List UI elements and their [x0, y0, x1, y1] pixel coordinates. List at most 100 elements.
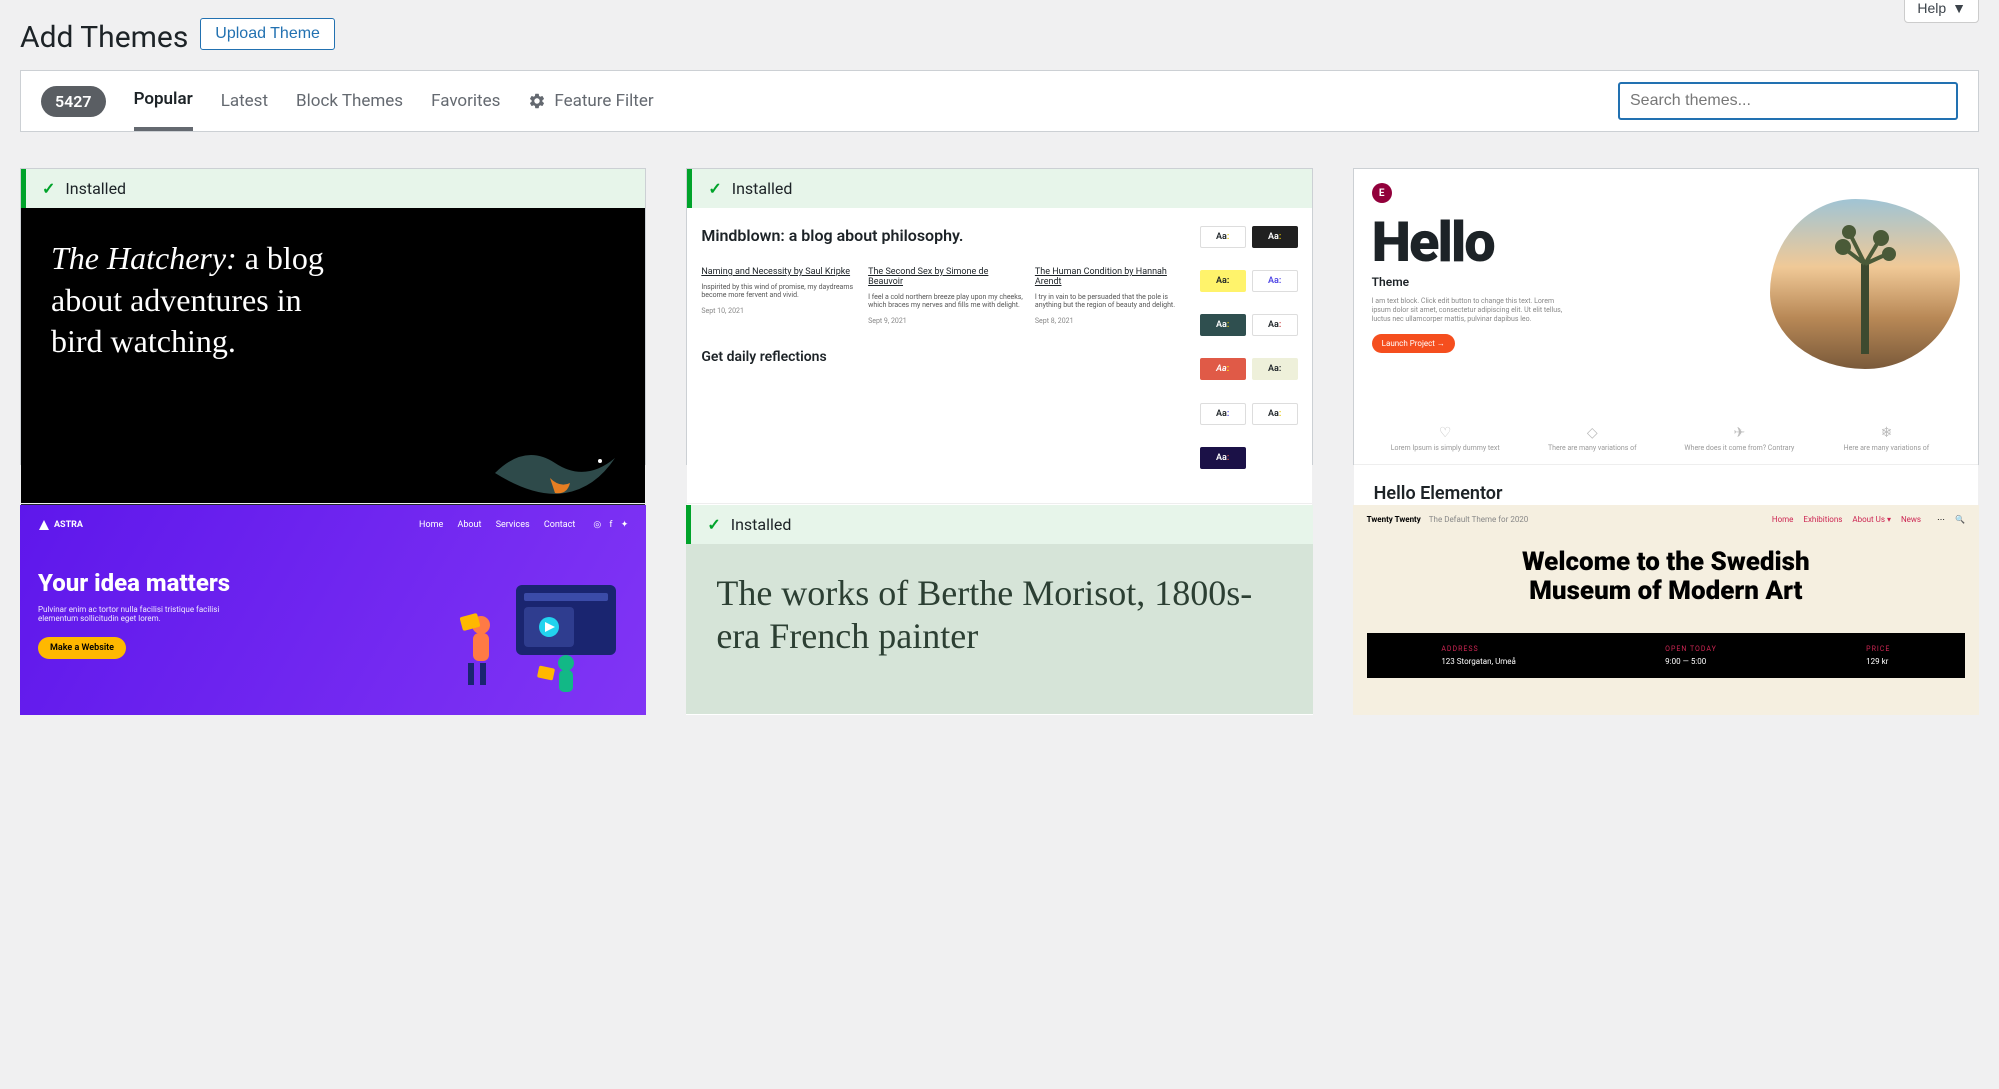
diamond-icon: ◇ — [1519, 425, 1666, 441]
social-icons: ◎ f ✦ — [587, 520, 628, 530]
installed-badge: ✓ Installed — [686, 505, 1312, 544]
swatch-label: Aa — [1216, 409, 1227, 419]
preview-text: 9:00 — 5:00 — [1665, 657, 1717, 666]
theme-card-twenty-twenty-two[interactable]: ✓ Installed The Hatchery: a blog about a… — [20, 168, 646, 465]
theme-preview: ASTRA Home About Services Contact ◎ f ✦ — [20, 505, 646, 715]
info-col: PRICE 129 kr — [1866, 645, 1890, 666]
upload-theme-button[interactable]: Upload Theme — [200, 18, 335, 50]
logo-icon — [38, 519, 50, 531]
preview-text: The Default Theme for 2020 — [1429, 515, 1529, 524]
themes-grid: ✓ Installed The Hatchery: a blog about a… — [20, 168, 1979, 715]
check-icon: ✓ — [42, 179, 55, 198]
color-swatches: Aa: Aa: Aa: Aa: Aa: Aa: Aa: Aa: Aa: Aa: … — [1200, 226, 1298, 485]
preview-text: The Second Sex by Simone de Beauvoir — [868, 267, 1023, 287]
tab-favorites[interactable]: Favorites — [431, 73, 500, 129]
preview-headline: Welcome to the Swedish Museum of Modern … — [1367, 548, 1965, 605]
astra-logo: ASTRA — [38, 519, 83, 531]
nav-link: Home — [1772, 515, 1794, 524]
feature-item: ❄ Here are many variations of — [1813, 425, 1960, 452]
theme-card-twenty-twenty-three[interactable]: ✓ Installed Mindblown: a blog about phil… — [686, 168, 1312, 465]
swatch-label: Aa — [1268, 276, 1279, 286]
preview-label: PRICE — [1866, 645, 1890, 653]
preview-text: Twenty Twenty — [1367, 515, 1421, 524]
nav-link: Home — [419, 520, 443, 530]
page-title: Add Themes — [20, 20, 188, 55]
theme-card-astra[interactable]: ASTRA Home About Services Contact ◎ f ✦ — [20, 505, 646, 715]
chevron-down-icon: ▼ — [1952, 0, 1966, 16]
menu-icon: ⋯ — [1937, 515, 1945, 524]
feature-item: ◇There are many variations of — [1519, 425, 1666, 452]
preview-text: I feel a cold northern breeze play upon … — [868, 293, 1023, 309]
snowflake-icon: ❄ — [1813, 425, 1960, 441]
preview-text: Where does it come from? Contrary — [1666, 444, 1813, 452]
theme-card-twenty-twenty[interactable]: Twenty Twenty The Default Theme for 2020… — [1353, 505, 1979, 715]
preview-text: Get daily reflections — [701, 349, 1189, 365]
preview-text: ASTRA — [54, 520, 83, 530]
preview-cta: Make a Website — [38, 637, 126, 659]
preview-text: Welcome to the Swedish — [1522, 547, 1810, 577]
preview-text: I try in vain to be persuaded that the p… — [1035, 293, 1190, 309]
preview-text: I am text block. Click edit button to ch… — [1372, 297, 1572, 324]
nav-link: About — [457, 520, 481, 530]
swatch-label: Aa — [1268, 232, 1279, 242]
theme-preview: The works of Berthe Morisot, 1800s-era F… — [686, 544, 1312, 714]
preview-col: Naming and Necessity by Saul Kripke Insp… — [701, 267, 856, 325]
tab-feature-filter[interactable]: Feature Filter — [528, 91, 653, 111]
facebook-icon: f — [609, 520, 612, 530]
filter-bar: 5427 Popular Latest Block Themes Favorit… — [20, 70, 1979, 132]
tab-popular[interactable]: Popular — [134, 71, 193, 131]
swatch-label: Aa — [1268, 320, 1279, 330]
preview-text: about adventures in — [51, 280, 615, 322]
check-icon: ✓ — [707, 515, 720, 534]
nav-link: About Us ▾ — [1852, 515, 1891, 524]
theme-card-berthe[interactable]: ✓ Installed The works of Berthe Morisot,… — [686, 505, 1312, 715]
preview-col: The Second Sex by Simone de Beauvoir I f… — [868, 267, 1023, 325]
person-icon — [460, 613, 491, 685]
nav-link: Exhibitions — [1803, 515, 1842, 524]
installed-badge: ✓ Installed — [21, 169, 645, 208]
nav-link: News — [1901, 515, 1921, 524]
tab-block-themes[interactable]: Block Themes — [296, 73, 403, 129]
nav-link: Services — [496, 520, 530, 530]
swatch-label: Aa — [1268, 409, 1279, 419]
swatch-label: Aa — [1268, 364, 1279, 374]
theme-count-pill: 5427 — [41, 86, 106, 117]
search-icon: 🔍 — [1955, 515, 1965, 524]
twitter-icon: ✦ — [621, 520, 629, 530]
preview-headline: The works of Berthe Morisot, 1800s-era F… — [716, 572, 1282, 658]
help-button[interactable]: Help ▼ — [1904, 0, 1979, 23]
search-input[interactable] — [1618, 82, 1958, 120]
preview-text: Naming and Necessity by Saul Kripke — [701, 267, 856, 277]
preview-text: Here are many variations of — [1813, 444, 1960, 452]
preview-text: 129 kr — [1866, 657, 1890, 666]
preview-label: ADDRESS — [1441, 645, 1516, 653]
swatch: Aa: — [1252, 314, 1298, 336]
info-col: ADDRESS 123 Storgatan, Umeå — [1441, 645, 1516, 666]
theme-preview: E Hello Theme I am text block. Click edi… — [1354, 169, 1978, 464]
preview-text: Lorem Ipsum is simply dummy text — [1372, 444, 1519, 452]
preview-text: 123 Storgatan, Umeå — [1441, 657, 1516, 666]
preview-title: Mindblown: a blog about philosophy. — [701, 226, 1189, 245]
hero-image — [1770, 199, 1960, 369]
info-col: OPEN TODAY 9:00 — 5:00 — [1665, 645, 1717, 666]
tab-latest[interactable]: Latest — [221, 73, 268, 129]
nav-links: Home Exhibitions About Us ▾ News ⋯ 🔍 — [1764, 515, 1965, 524]
site-brand: Twenty Twenty The Default Theme for 2020 — [1367, 515, 1529, 524]
nav-links: Home About Services Contact — [407, 520, 575, 530]
swatch-label: Aa — [1216, 364, 1227, 374]
bulb-icon: ♡ — [1372, 425, 1519, 441]
feature-item: ✈Where does it come from? Contrary — [1666, 425, 1813, 452]
preview-label: OPEN TODAY — [1665, 645, 1717, 653]
feature-row: ♡ Lorem Ipsum is simply dummy text ◇There… — [1372, 425, 1960, 452]
bird-icon — [485, 433, 625, 503]
feature-item: ♡ Lorem Ipsum is simply dummy text — [1372, 425, 1519, 452]
swatch: Aa: — [1200, 226, 1246, 248]
theme-name: Hello Elementor — [1374, 483, 1503, 504]
preview-text: The Human Condition by Hannah Arendt — [1035, 267, 1190, 287]
installed-label: Installed — [731, 515, 792, 534]
preview-text: Pulvinar enim ac tortor nulla facilisi t… — [38, 605, 238, 623]
elementor-logo-icon: E — [1372, 183, 1392, 203]
swatch: Aa: — [1252, 358, 1298, 380]
theme-card-hello-elementor[interactable]: E Hello Theme I am text block. Click edi… — [1353, 168, 1979, 465]
preview-text: The Hatchery: — [51, 240, 237, 276]
